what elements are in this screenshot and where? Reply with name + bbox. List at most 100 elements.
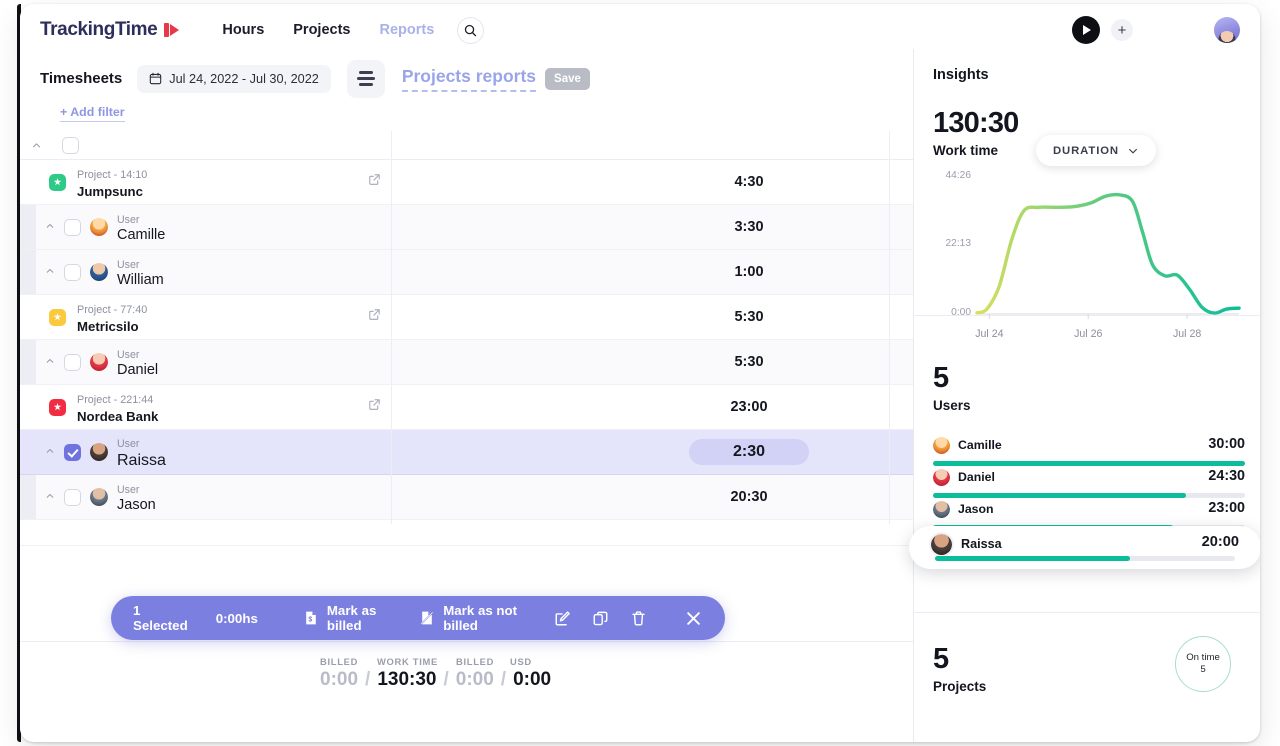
nav-link-projects[interactable]: Projects bbox=[293, 22, 350, 38]
mark-as-billed-label: Mark as billed bbox=[327, 603, 392, 633]
date-range-picker[interactable]: Jul 24, 2022 - Jul 30, 2022 bbox=[137, 65, 331, 93]
mark-as-billed-button[interactable]: $ Mark as billed bbox=[303, 603, 392, 633]
row-expand-chevron-up-icon[interactable] bbox=[36, 266, 64, 279]
table-row[interactable]: UserDaniel5:30 bbox=[20, 340, 913, 385]
project-name: Nordea Bank bbox=[77, 409, 158, 424]
close-icon[interactable] bbox=[684, 609, 703, 628]
search-icon[interactable] bbox=[457, 17, 484, 44]
dragged-user-card[interactable]: Raissa 20:00 bbox=[909, 526, 1260, 569]
duration-column-header[interactable]: DURATION bbox=[1036, 135, 1156, 166]
open-external-link-icon[interactable] bbox=[368, 173, 381, 191]
row-checkbox[interactable] bbox=[64, 219, 81, 236]
insights-divider-2 bbox=[914, 612, 1260, 613]
user-role-label: User bbox=[117, 349, 139, 361]
chart-y-tick: 22:13 bbox=[927, 238, 971, 249]
nav-links: Hours Projects Reports bbox=[222, 22, 434, 38]
row-checkbox[interactable] bbox=[64, 489, 81, 506]
open-external-link-icon[interactable] bbox=[368, 308, 381, 326]
nav-link-hours[interactable]: Hours bbox=[222, 22, 264, 38]
insights-user-name: Daniel bbox=[958, 470, 995, 484]
calendar-icon bbox=[149, 72, 162, 85]
avatar bbox=[90, 218, 108, 236]
user-meta: UserCamille bbox=[117, 210, 165, 244]
user-name: Raissa bbox=[117, 452, 166, 470]
row-gutter bbox=[20, 385, 36, 429]
row-gutter bbox=[20, 430, 36, 474]
project-subtitle: Project - 221:44 bbox=[77, 394, 153, 406]
insights-user-row[interactable]: Daniel24:30 bbox=[933, 469, 1245, 501]
user-name: Daniel bbox=[117, 363, 158, 379]
row-duration: 1:00 bbox=[689, 264, 809, 280]
invoice-slash-icon bbox=[419, 610, 435, 626]
row-gutter bbox=[20, 340, 36, 384]
trash-icon[interactable] bbox=[630, 610, 647, 627]
table-row[interactable]: User William 1:00 bbox=[20, 250, 913, 295]
user-meta: UserJason bbox=[117, 480, 156, 514]
dragged-user-value: 20:00 bbox=[1202, 534, 1239, 550]
row-duration: 5:30 bbox=[689, 309, 809, 325]
page-title: Timesheets bbox=[40, 70, 122, 87]
avatar[interactable] bbox=[1214, 17, 1240, 43]
project-subtitle: Project - 14:10 bbox=[77, 169, 147, 181]
report-name-input[interactable]: Projects reports bbox=[402, 66, 536, 92]
copy-icon[interactable] bbox=[592, 610, 609, 627]
select-all-checkbox[interactable] bbox=[62, 137, 79, 154]
row-expand-chevron-up-icon[interactable] bbox=[36, 491, 64, 504]
totals-separator-1: / bbox=[365, 669, 370, 691]
nav-link-reports[interactable]: Reports bbox=[380, 22, 435, 38]
project-color-icon bbox=[49, 399, 66, 416]
insights-user-value: 23:00 bbox=[1208, 500, 1245, 516]
table-row[interactable]: Project - 14:10Jumpsunc4:30 bbox=[20, 160, 913, 205]
user-role-label: User bbox=[117, 259, 139, 271]
table-row[interactable]: UserJason20:30 bbox=[20, 475, 913, 520]
row-gutter bbox=[20, 250, 36, 294]
dragged-user-name: Raissa bbox=[961, 537, 1002, 551]
row-expand-chevron-up-icon[interactable] bbox=[36, 356, 64, 369]
date-range-label: Jul 24, 2022 - Jul 30, 2022 bbox=[169, 72, 319, 86]
selected-hours-label: 0:00hs bbox=[216, 611, 258, 626]
chart-y-tick: 0:00 bbox=[927, 307, 971, 318]
total-label-billed-usd: BILLED bbox=[456, 656, 510, 667]
total-value-billed-usd: 0:00 bbox=[456, 669, 494, 691]
plus-icon[interactable]: + bbox=[1111, 19, 1133, 41]
insights-user-name: Camille bbox=[958, 438, 1002, 452]
column-divider-1 bbox=[391, 131, 392, 524]
row-checkbox[interactable] bbox=[64, 264, 81, 281]
table-row[interactable]: UserRaissa2:30 bbox=[20, 430, 913, 475]
row-gutter bbox=[20, 205, 36, 249]
avatar bbox=[933, 469, 950, 486]
edit-pencil-icon[interactable] bbox=[554, 610, 571, 627]
chart-x-tick: Jul 26 bbox=[1070, 328, 1106, 340]
add-filter-button[interactable]: + Add filter bbox=[60, 105, 125, 122]
mark-as-not-billed-button[interactable]: Mark as not billed bbox=[419, 603, 528, 633]
row-duration: 2:30 bbox=[689, 439, 809, 465]
filter-lines-icon[interactable] bbox=[347, 60, 385, 98]
row-checkbox[interactable] bbox=[64, 354, 81, 371]
table-row[interactable]: UserCamille3:30 bbox=[20, 205, 913, 250]
totals-separator-3: / bbox=[501, 669, 506, 691]
total-label-work-time: WORK TIME bbox=[377, 656, 456, 667]
open-external-link-icon[interactable] bbox=[368, 398, 381, 416]
avatar bbox=[90, 443, 108, 461]
users-caption: Users bbox=[933, 398, 1245, 413]
row-checkbox[interactable] bbox=[64, 444, 81, 461]
table-header-row bbox=[20, 131, 913, 160]
project-subtitle: Project - 77:40 bbox=[77, 304, 147, 316]
user-name: William bbox=[117, 273, 164, 289]
row-expand-chevron-up-icon[interactable] bbox=[36, 221, 64, 234]
insights-user-row[interactable]: Camille30:00 bbox=[933, 437, 1245, 469]
project-name: Metricsilo bbox=[77, 319, 147, 334]
table-tail-spacer bbox=[20, 520, 913, 546]
save-button[interactable]: Save bbox=[545, 68, 590, 90]
total-label-usd: USD bbox=[510, 656, 532, 667]
app-logo[interactable]: TrackingTime bbox=[40, 19, 180, 41]
project-color-icon bbox=[49, 174, 66, 191]
selection-action-toolbar: 1 Selected 0:00hs $ Mark as billed Mark … bbox=[111, 596, 725, 640]
table-row[interactable]: Project - 77:40 Metricsilo 5:30 bbox=[20, 295, 913, 340]
totals-labels: BILLED WORK TIME BILLED USD bbox=[320, 656, 551, 667]
table-row[interactable]: Project - 221:44Nordea Bank23:00 bbox=[20, 385, 913, 430]
users-card: 5 Users Camille30:00Daniel24:30Jason23:0… bbox=[933, 362, 1245, 565]
row-expand-chevron-up-icon[interactable] bbox=[36, 446, 64, 459]
collapse-all-chevron-up-icon[interactable] bbox=[20, 140, 52, 151]
play-icon[interactable] bbox=[1072, 16, 1100, 44]
